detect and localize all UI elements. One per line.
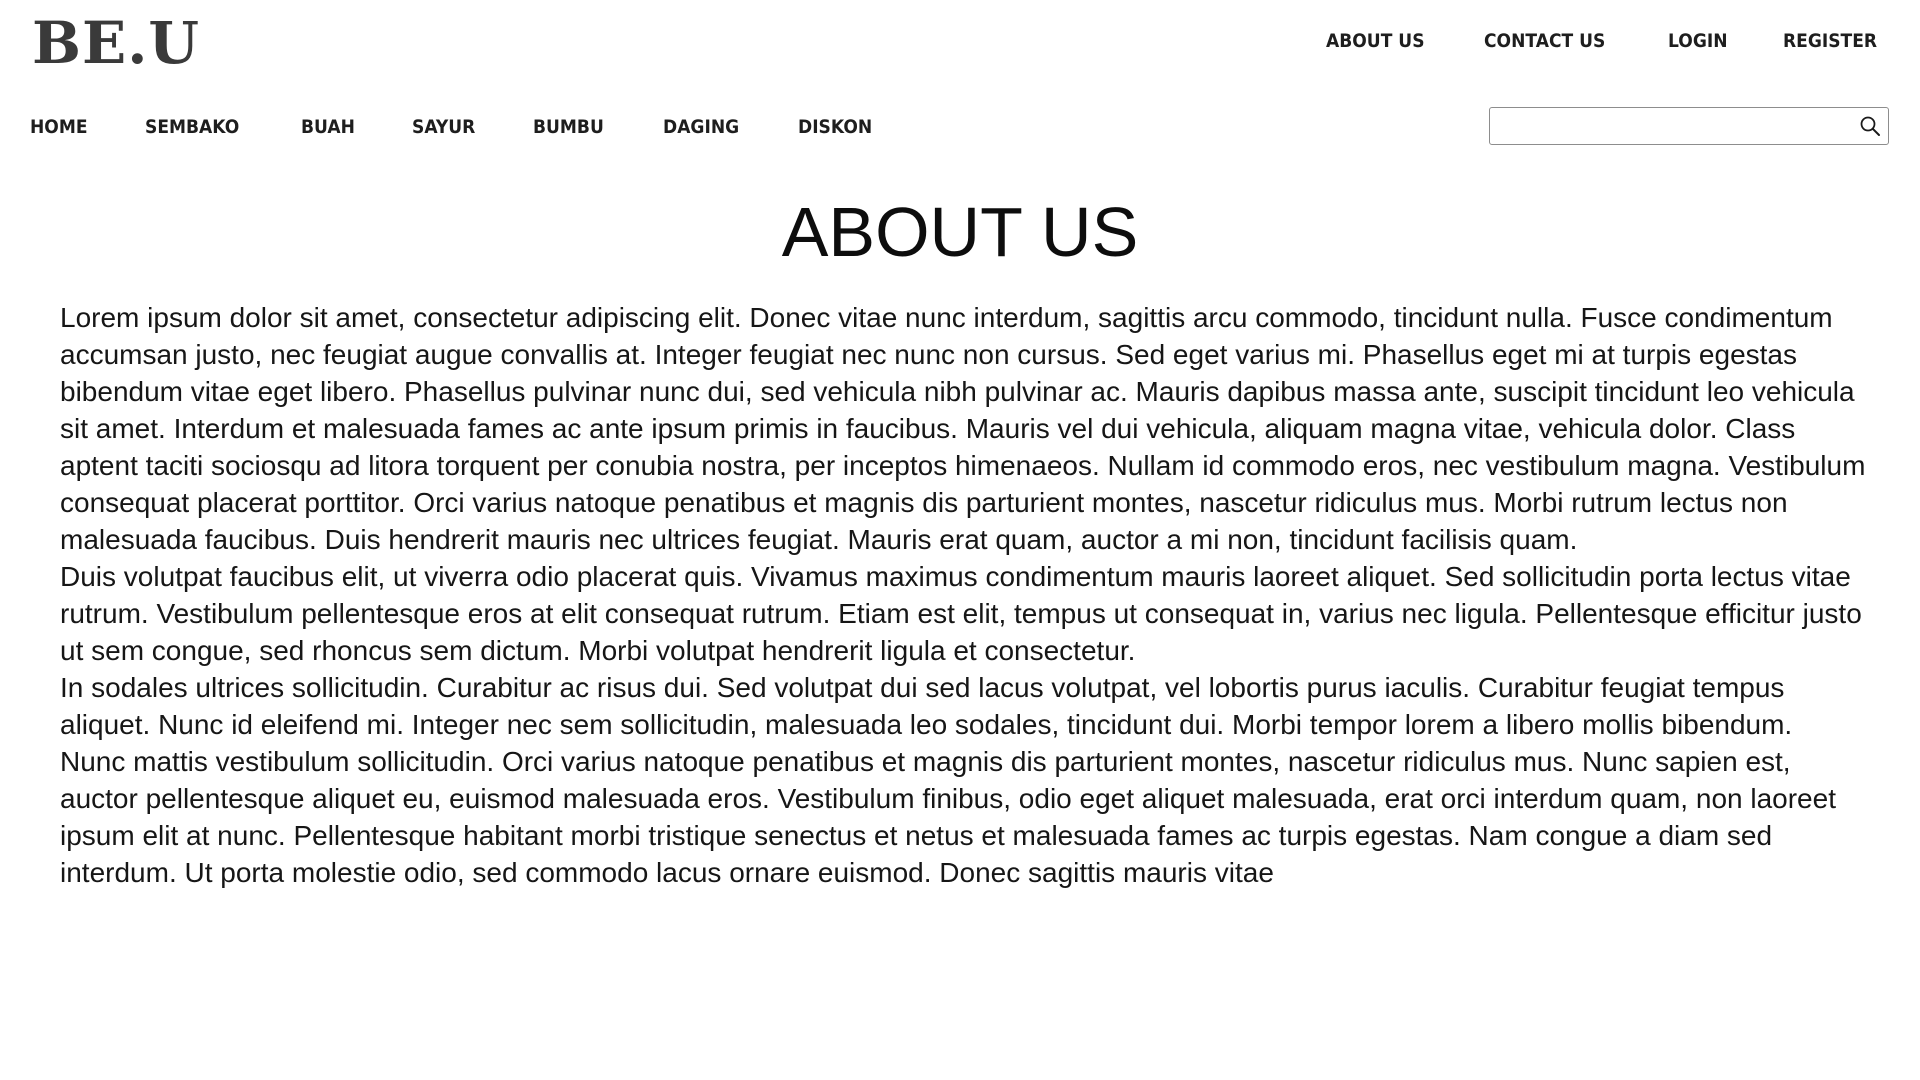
register-link[interactable]: REGISTER <box>1783 27 1877 55</box>
nav-item-bumbu[interactable]: BUMBU <box>533 113 604 141</box>
site-logo[interactable]: BE.U <box>32 10 200 76</box>
search-button[interactable] <box>1854 111 1886 141</box>
nav-item-sembako[interactable]: SEMBAKO <box>145 113 239 141</box>
about-us-link[interactable]: ABOUT US <box>1326 27 1425 55</box>
paragraph: In sodales ultrices sollicitudin. Curabi… <box>60 672 1793 740</box>
account-nav: ABOUT US CONTACT US LOGIN REGISTER <box>1326 27 1888 55</box>
nav-item-buah[interactable]: BUAH <box>301 113 355 141</box>
paragraph: Nunc mattis vestibulum sollicitudin. Orc… <box>60 746 1836 888</box>
page-title: ABOUT US <box>781 193 1139 271</box>
about-content: Lorem ipsum dolor sit amet, consectetur … <box>60 299 1868 891</box>
contact-us-link[interactable]: CONTACT US <box>1484 27 1605 55</box>
nav-item-daging[interactable]: DAGING <box>663 113 739 141</box>
nav-item-sayur[interactable]: SAYUR <box>412 113 475 141</box>
paragraph: Lorem ipsum dolor sit amet, consectetur … <box>60 302 1866 555</box>
paragraph: Duis volutpat faucibus elit, ut viverra … <box>60 561 1862 666</box>
search-icon <box>1860 116 1880 136</box>
nav-item-home[interactable]: HOME <box>30 113 88 141</box>
search-input[interactable] <box>1490 108 1850 144</box>
nav-item-diskon[interactable]: DISKON <box>798 113 872 141</box>
login-link[interactable]: LOGIN <box>1668 27 1728 55</box>
search-box <box>1489 107 1889 145</box>
top-bar: BE.U ABOUT US CONTACT US LOGIN REGISTER <box>0 0 1920 84</box>
category-nav: HOME SEMBAKO BUAH SAYUR BUMBU DAGING DIS… <box>30 113 881 141</box>
